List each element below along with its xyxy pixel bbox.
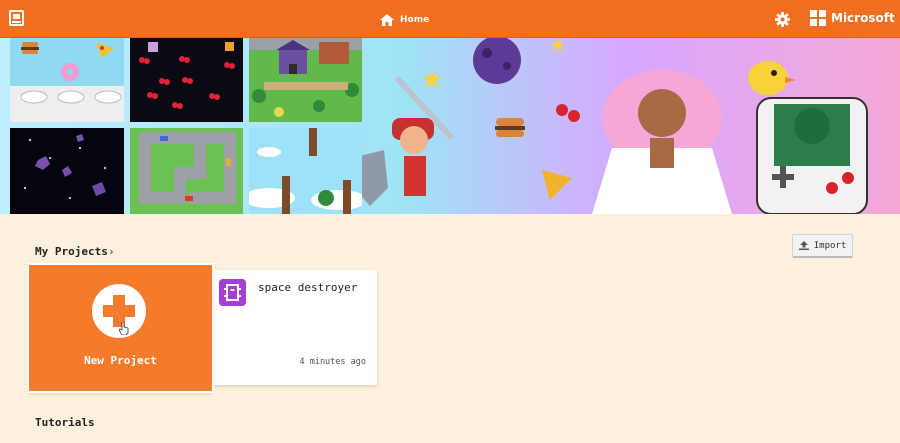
- project-name: space destroyer: [258, 281, 358, 294]
- arcade-icon: [219, 279, 246, 306]
- home-label: Home: [400, 15, 430, 25]
- tutorials-title: Tutorials: [35, 416, 95, 429]
- project-modified-time: 4 minutes ago: [299, 357, 366, 367]
- my-projects-title[interactable]: My Projects: [35, 245, 108, 258]
- game-gallery-thumbnail[interactable]: [10, 38, 124, 122]
- game-gallery-thumbnail[interactable]: [249, 128, 362, 214]
- microsoft-label: Microsoft: [831, 11, 895, 25]
- chevron-right-icon[interactable]: ›: [108, 245, 115, 258]
- game-gallery-thumbnail[interactable]: [249, 38, 362, 122]
- hero-illustration: [362, 38, 868, 214]
- microsoft-logo-icon: [810, 10, 826, 26]
- arcade-logo-icon[interactable]: [9, 10, 24, 26]
- pointer-cursor-icon: [119, 322, 129, 335]
- hero-banner: [0, 38, 900, 214]
- gear-icon[interactable]: [775, 12, 790, 27]
- home-icon: [380, 14, 394, 26]
- home-button[interactable]: Home: [380, 12, 429, 28]
- import-button[interactable]: Import: [792, 234, 853, 258]
- game-gallery-thumbnail[interactable]: [10, 128, 124, 214]
- upload-icon: [798, 241, 809, 250]
- new-project-label: New Project: [84, 354, 157, 367]
- project-card[interactable]: space destroyer 4 minutes ago: [214, 270, 377, 385]
- microsoft-link[interactable]: Microsoft: [810, 10, 895, 26]
- game-gallery-thumbnail[interactable]: [130, 128, 243, 214]
- new-project-card[interactable]: New Project: [29, 265, 212, 391]
- game-gallery-thumbnail[interactable]: [130, 38, 243, 122]
- top-bar: Home Microsoft: [0, 0, 900, 38]
- import-label: Import: [813, 240, 847, 251]
